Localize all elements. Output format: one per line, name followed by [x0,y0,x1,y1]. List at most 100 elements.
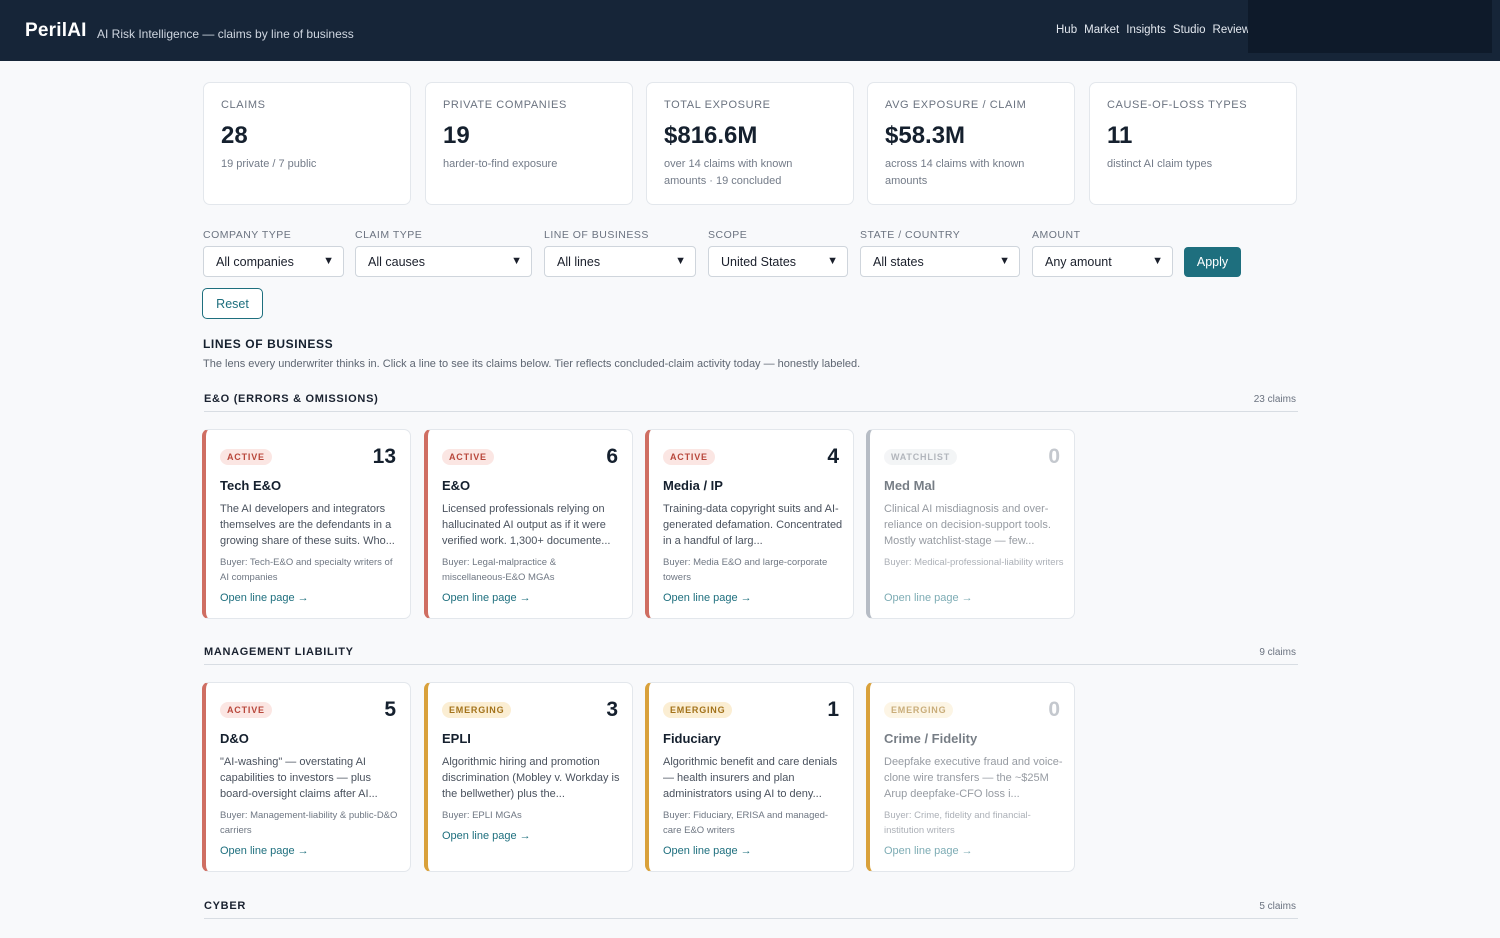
line-buyer: Buyer: Crime, fidelity and financial-ins… [884,810,1031,836]
chevron-down-icon: ▼ [1152,255,1163,267]
select-value: All lines [557,255,601,269]
line-buyer: Buyer: Management-liability & public-D&O… [220,810,398,836]
section-header-management-liability: MANAGEMENT LIABILITY 9 claims [204,646,1298,665]
nav-market[interactable]: Market [1084,24,1119,36]
scope-select[interactable]: United States ▼ [708,246,848,277]
lob-card-crime-fidelity[interactable]: EMERGING 0 Crime / Fidelity Deepfake exe… [866,682,1075,872]
claim-count: 13 [372,445,396,468]
chevron-down-icon: ▼ [675,255,686,267]
section-claim-count: 9 claims [1259,647,1296,658]
stat-card-total-exposure: TOTAL EXPOSURE $816.6M over 14 claims wi… [646,82,854,205]
filter-label-state: STATE / COUNTRY [860,229,961,241]
lob-heading: LINES OF BUSINESS [203,337,334,351]
select-value: Any amount [1045,255,1112,269]
open-line-page-link[interactable]: Open line page → [442,592,531,604]
open-line-page-link[interactable]: Open line page → [663,592,752,604]
stat-subtext: harder-to-find exposure [443,158,558,170]
claim-count: 1 [827,698,839,721]
line-buyer: Buyer: EPLI MGAs [442,810,522,821]
tier-badge: ACTIVE [663,449,715,465]
stat-subtext: distinct AI claim types [1107,158,1213,170]
tier-badge: ACTIVE [220,449,272,465]
open-line-page-link[interactable]: Open line page → [884,592,973,604]
line-description: Deepfake executive fraud and voice-clone… [884,756,1063,800]
stat-label: AVG EXPOSURE / CLAIM [885,99,1027,111]
section-header-eo: E&O (ERRORS & OMISSIONS) 23 claims [204,393,1298,412]
chevron-down-icon: ▼ [999,255,1010,267]
stat-value: $816.6M [664,122,758,149]
chevron-down-icon: ▼ [323,255,334,267]
lob-card-do[interactable]: ACTIVE 5 D&O "AI-washing" — overstating … [202,682,411,872]
open-line-page-link[interactable]: Open line page → [220,592,309,604]
open-line-page-link[interactable]: Open line page → [220,845,309,857]
company-type-select[interactable]: All companies ▼ [203,246,344,277]
reset-button[interactable]: Reset [202,288,263,319]
line-description: Training-data copyright suits and AI-gen… [663,503,843,547]
tier-badge: WATCHLIST [884,449,958,465]
line-name: Crime / Fidelity [884,731,978,746]
claim-type-select[interactable]: All causes ▼ [355,246,532,277]
stat-subtext: over 14 claims with known amounts · 19 c… [664,158,793,187]
chevron-down-icon: ▼ [511,255,522,267]
nav-insights[interactable]: Insights [1126,24,1166,36]
lob-description: The lens every underwriter thinks in. Cl… [203,358,861,370]
line-name: Tech E&O [220,478,282,493]
filter-label-amount: AMOUNT [1032,229,1081,241]
open-line-page-link[interactable]: Open line page → [884,845,973,857]
stat-value: 28 [221,122,248,149]
line-buyer: Buyer: Media E&O and large-corporate tow… [663,557,828,583]
stat-subtext: 19 private / 7 public [221,158,317,170]
main-nav: Hub Market Insights Studio Review [1056,24,1250,36]
section-claim-count: 5 claims [1259,901,1296,912]
open-line-page-link[interactable]: Open line page → [663,845,752,857]
apply-button[interactable]: Apply [1184,247,1241,277]
stat-card-claims: CLAIMS 28 19 private / 7 public [203,82,411,205]
section-name: MANAGEMENT LIABILITY [204,646,354,658]
line-buyer: Buyer: Medical-professional-liability wr… [884,557,1064,568]
stat-card-private-companies: PRIVATE COMPANIES 19 harder-to-find expo… [425,82,633,205]
section-name: CYBER [204,900,247,912]
line-name: Med Mal [884,478,936,493]
top-bar: PerilAI AI Risk Intelligence — claims by… [0,0,1500,61]
lob-card-fiduciary[interactable]: EMERGING 1 Fiduciary Algorithmic benefit… [645,682,854,872]
amount-select[interactable]: Any amount ▼ [1032,246,1173,277]
header-user-area [1248,0,1492,53]
line-description: Licensed professionals relying on halluc… [442,503,611,547]
line-buyer: Buyer: Tech-E&O and specialty writers of… [220,557,393,583]
select-value: All states [873,255,924,269]
tier-badge: EMERGING [663,702,733,718]
stat-card-avg-exposure: AVG EXPOSURE / CLAIM $58.3M across 14 cl… [867,82,1075,205]
stat-value: $58.3M [885,122,966,149]
line-name: EPLI [442,731,471,746]
filter-label-line-of-business: LINE OF BUSINESS [544,229,649,241]
lob-card-eo[interactable]: ACTIVE 6 E&O Licensed professionals rely… [424,429,633,619]
line-of-business-select[interactable]: All lines ▼ [544,246,696,277]
select-value: All causes [368,255,425,269]
claim-count: 0 [1048,445,1060,468]
line-description: Algorithmic benefit and care denials — h… [663,756,838,800]
lob-card-tech-eo[interactable]: ACTIVE 13 Tech E&O The AI developers and… [202,429,411,619]
claim-count: 0 [1048,698,1060,721]
brand-logo[interactable]: PerilAI [25,20,87,42]
nav-review[interactable]: Review [1213,24,1251,36]
lob-card-med-mal[interactable]: WATCHLIST 0 Med Mal Clinical AI misdiagn… [866,429,1075,619]
lob-card-media-ip[interactable]: ACTIVE 4 Media / IP Training-data copyri… [645,429,854,619]
nav-studio[interactable]: Studio [1173,24,1206,36]
filter-label-claim-type: CLAIM TYPE [355,229,423,241]
stat-value: 11 [1107,122,1133,149]
line-description: Clinical AI misdiagnosis and over-relian… [884,503,1051,547]
lob-card-epli[interactable]: EMERGING 3 EPLI Algorithmic hiring and p… [424,682,633,872]
filter-label-scope: SCOPE [708,229,748,241]
nav-hub[interactable]: Hub [1056,24,1077,36]
section-header-cyber: CYBER 5 claims [204,900,1298,919]
claim-count: 3 [606,698,618,721]
line-buyer: Buyer: Fiduciary, ERISA and managed-care… [663,810,829,836]
stat-label: CAUSE-OF-LOSS TYPES [1107,99,1248,111]
stat-card-cause-types: CAUSE-OF-LOSS TYPES 11 distinct AI claim… [1089,82,1297,205]
select-value: All companies [216,255,294,269]
open-line-page-link[interactable]: Open line page → [442,830,531,842]
line-description: The AI developers and integrators themse… [220,503,395,547]
state-select[interactable]: All states ▼ [860,246,1020,277]
stat-label: TOTAL EXPOSURE [664,99,771,111]
line-name: Fiduciary [663,731,721,746]
